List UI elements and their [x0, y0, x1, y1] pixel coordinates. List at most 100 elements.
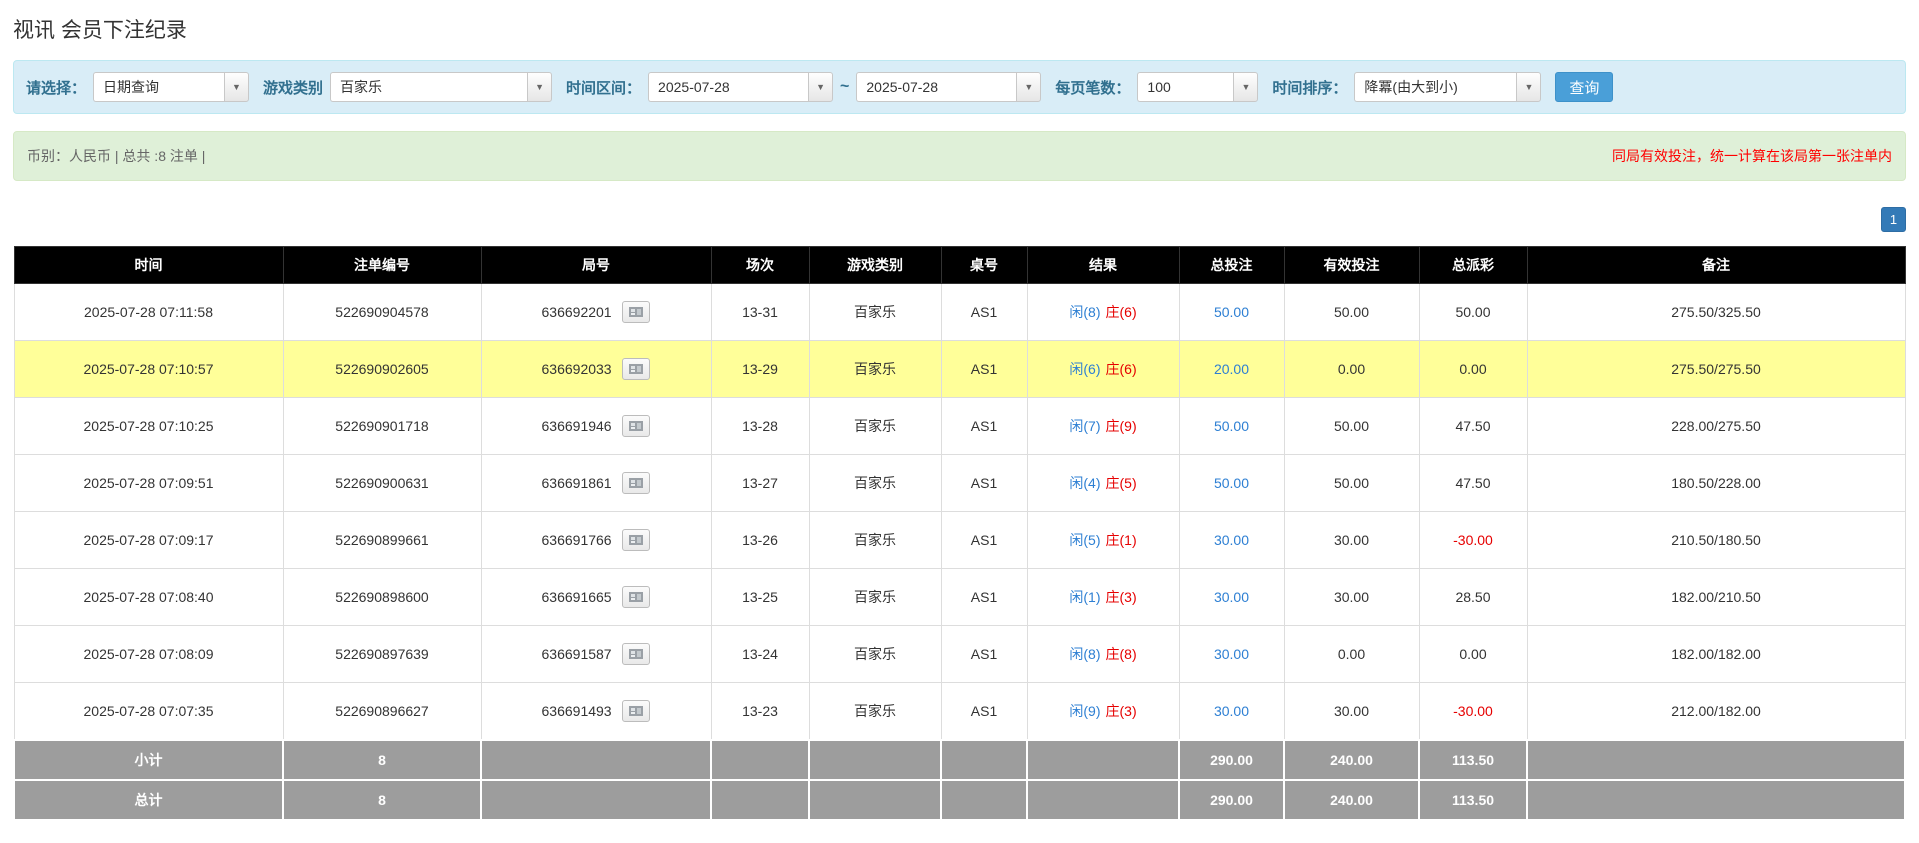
chevron-down-icon[interactable]: ▼	[527, 72, 552, 102]
cell-time: 2025-07-28 07:11:58	[14, 284, 283, 341]
summary-bar: 币别：人民币 | 总共 :8 注单 | 同局有效投注，统一计算在该局第一张注单内	[13, 131, 1906, 181]
result-player: 闲(9)	[1069, 703, 1100, 719]
cell-round-id: 636691766	[481, 512, 711, 569]
replay-icon[interactable]	[622, 415, 650, 437]
page-button-1[interactable]: 1	[1881, 207, 1906, 232]
summary-notice-text: 同局有效投注，统一计算在该局第一张注单内	[1612, 146, 1892, 166]
round-id: 636691946	[542, 418, 612, 434]
table-header-row: 时间 注单编号 局号 场次 游戏类别 桌号 结果 总投注 有效投注 总派彩 备注	[14, 247, 1905, 284]
cell-round-id: 636692033	[481, 341, 711, 398]
replay-icon[interactable]	[622, 472, 650, 494]
cell-remark: 182.00/182.00	[1527, 626, 1905, 683]
sort-order-select: ▼	[1354, 72, 1541, 102]
total-total-bet: 290.00	[1179, 780, 1284, 820]
cell-bet-id: 522690901718	[283, 398, 481, 455]
cell-valid-bet: 0.00	[1284, 626, 1419, 683]
table-row: 2025-07-28 07:08:40 522690898600 6366916…	[14, 569, 1905, 626]
cell-table-no: AS1	[941, 284, 1027, 341]
replay-icon[interactable]	[622, 358, 650, 380]
cell-result: 闲(5)庄(1)	[1027, 512, 1179, 569]
cell-payout: -30.00	[1419, 512, 1527, 569]
round-id: 636691861	[542, 475, 612, 491]
chevron-down-icon[interactable]: ▼	[808, 72, 833, 102]
subtotal-row: 小计 8 290.00 240.00 113.50	[14, 740, 1905, 780]
cell-result: 闲(9)庄(3)	[1027, 683, 1179, 741]
game-type-input[interactable]	[330, 72, 527, 102]
table-row: 2025-07-28 07:11:58 522690904578 6366922…	[14, 284, 1905, 341]
cell-bet-id: 522690900631	[283, 455, 481, 512]
result-player: 闲(7)	[1069, 418, 1100, 434]
cell-session: 13-29	[711, 341, 809, 398]
table-row: 2025-07-28 07:07:35 522690896627 6366914…	[14, 683, 1905, 741]
cell-valid-bet: 30.00	[1284, 512, 1419, 569]
date-mode-input[interactable]	[93, 72, 224, 102]
replay-icon[interactable]	[622, 586, 650, 608]
round-id: 636691493	[542, 703, 612, 719]
cell-remark: 275.50/275.50	[1527, 341, 1905, 398]
cell-total-bet[interactable]: 50.00	[1179, 284, 1284, 341]
summary-left-text: 币别：人民币 | 总共 :8 注单 |	[27, 146, 205, 166]
cell-total-bet[interactable]: 30.00	[1179, 626, 1284, 683]
range-separator: ~	[840, 78, 849, 96]
cell-bet-id: 522690904578	[283, 284, 481, 341]
cell-total-bet[interactable]: 30.00	[1179, 512, 1284, 569]
sort-order-input[interactable]	[1354, 72, 1516, 102]
result-player: 闲(6)	[1069, 361, 1100, 377]
header-time: 时间	[14, 247, 283, 284]
cell-table-no: AS1	[941, 398, 1027, 455]
cell-total-bet[interactable]: 50.00	[1179, 398, 1284, 455]
cell-remark: 228.00/275.50	[1527, 398, 1905, 455]
date-range-label: 时间区间：	[566, 77, 641, 98]
cell-table-no: AS1	[941, 626, 1027, 683]
replay-icon[interactable]	[622, 700, 650, 722]
total-label: 总计	[14, 780, 283, 820]
cell-total-bet[interactable]: 50.00	[1179, 455, 1284, 512]
page-size-select: ▼	[1137, 72, 1258, 102]
cell-total-bet[interactable]: 30.00	[1179, 683, 1284, 741]
cell-bet-id: 522690902605	[283, 341, 481, 398]
date-to-input[interactable]	[856, 72, 1016, 102]
cell-total-bet[interactable]: 30.00	[1179, 569, 1284, 626]
replay-icon[interactable]	[622, 529, 650, 551]
cell-payout: 0.00	[1419, 341, 1527, 398]
header-session: 场次	[711, 247, 809, 284]
cell-time: 2025-07-28 07:08:09	[14, 626, 283, 683]
replay-icon[interactable]	[622, 643, 650, 665]
cell-result: 闲(8)庄(8)	[1027, 626, 1179, 683]
filter-group-game-type: 游戏类别 ▼	[263, 72, 552, 102]
cell-result: 闲(1)庄(3)	[1027, 569, 1179, 626]
replay-icon[interactable]	[622, 301, 650, 323]
table-row: 2025-07-28 07:09:51 522690900631 6366918…	[14, 455, 1905, 512]
cell-payout: 0.00	[1419, 626, 1527, 683]
cell-session: 13-24	[711, 626, 809, 683]
chevron-down-icon[interactable]: ▼	[224, 72, 249, 102]
cell-game-type: 百家乐	[809, 512, 941, 569]
total-row: 总计 8 290.00 240.00 113.50	[14, 780, 1905, 820]
total-count: 8	[283, 780, 481, 820]
cell-game-type: 百家乐	[809, 683, 941, 741]
cell-session: 13-23	[711, 683, 809, 741]
cell-total-bet[interactable]: 20.00	[1179, 341, 1284, 398]
page-title: 视讯 会员下注纪录	[13, 14, 1906, 44]
round-id: 636692033	[542, 361, 612, 377]
cell-payout: 28.50	[1419, 569, 1527, 626]
chevron-down-icon[interactable]: ▼	[1016, 72, 1041, 102]
date-from-input[interactable]	[648, 72, 808, 102]
select-label: 请选择：	[26, 77, 86, 98]
header-round-id: 局号	[481, 247, 711, 284]
search-button[interactable]: 查询	[1555, 72, 1613, 102]
cell-round-id: 636691665	[481, 569, 711, 626]
cell-payout: 50.00	[1419, 284, 1527, 341]
chevron-down-icon[interactable]: ▼	[1516, 72, 1541, 102]
filter-bar: 请选择： ▼ 游戏类别 ▼ 时间区间： ▼ ~	[13, 60, 1906, 114]
cell-valid-bet: 0.00	[1284, 341, 1419, 398]
header-valid-bet: 有效投注	[1284, 247, 1419, 284]
header-table-no: 桌号	[941, 247, 1027, 284]
header-remark: 备注	[1527, 247, 1905, 284]
subtotal-total-bet: 290.00	[1179, 740, 1284, 780]
filter-group-page-size: 每页笔数： ▼	[1055, 72, 1258, 102]
cell-table-no: AS1	[941, 569, 1027, 626]
chevron-down-icon[interactable]: ▼	[1233, 72, 1258, 102]
page-size-input[interactable]	[1137, 72, 1233, 102]
cell-remark: 182.00/210.50	[1527, 569, 1905, 626]
